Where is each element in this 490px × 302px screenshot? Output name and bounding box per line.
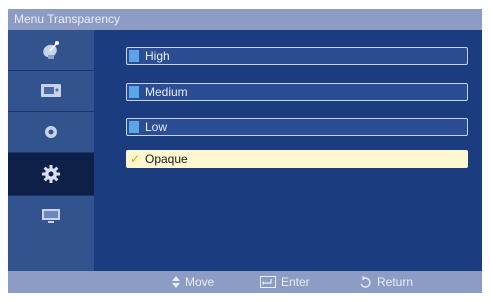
checkmark-icon: ✓ (130, 152, 141, 166)
option-medium[interactable]: Medium (126, 83, 468, 101)
hint-return-label: Return (377, 275, 414, 289)
option-high[interactable]: High (126, 47, 468, 65)
move-arrows-icon (172, 276, 180, 288)
sidebar-item-antenna[interactable] (8, 30, 94, 70)
enter-icon (260, 276, 276, 288)
hint-enter-label: Enter (281, 275, 310, 289)
input-source-icon (42, 209, 60, 223)
option-label: Medium (145, 85, 188, 99)
sidebar (8, 30, 94, 271)
hint-return: Return (359, 271, 413, 293)
hint-move-label: Move (185, 275, 215, 289)
setup-gear-icon (42, 165, 60, 183)
sidebar-item-picture[interactable] (8, 71, 94, 111)
option-label: High (145, 49, 170, 63)
return-icon (359, 275, 372, 289)
panel-title: Menu Transparency (8, 9, 482, 30)
hint-enter: Enter (260, 271, 310, 293)
option-label: Low (145, 120, 168, 134)
options-panel: High Medium Low ✓ Opaque (94, 30, 482, 271)
hint-move: Move (172, 271, 214, 293)
sidebar-item-sound[interactable] (8, 112, 94, 152)
footer-hints: Move Enter Return (8, 271, 482, 293)
sidebar-item-input[interactable] (8, 196, 94, 236)
option-marker (129, 121, 139, 133)
picture-icon (41, 84, 61, 97)
menu-transparency-panel: Menu Transparency High Medium Low ✓ Opaq… (8, 9, 482, 293)
sidebar-item-setup[interactable] (8, 153, 94, 195)
option-marker (129, 50, 139, 62)
option-opaque[interactable]: ✓ Opaque (126, 150, 468, 168)
option-label: Opaque (145, 152, 188, 166)
option-marker (129, 86, 139, 98)
option-low[interactable]: Low (126, 118, 468, 136)
satellite-dish-icon (43, 41, 59, 59)
sound-icon (45, 126, 57, 138)
